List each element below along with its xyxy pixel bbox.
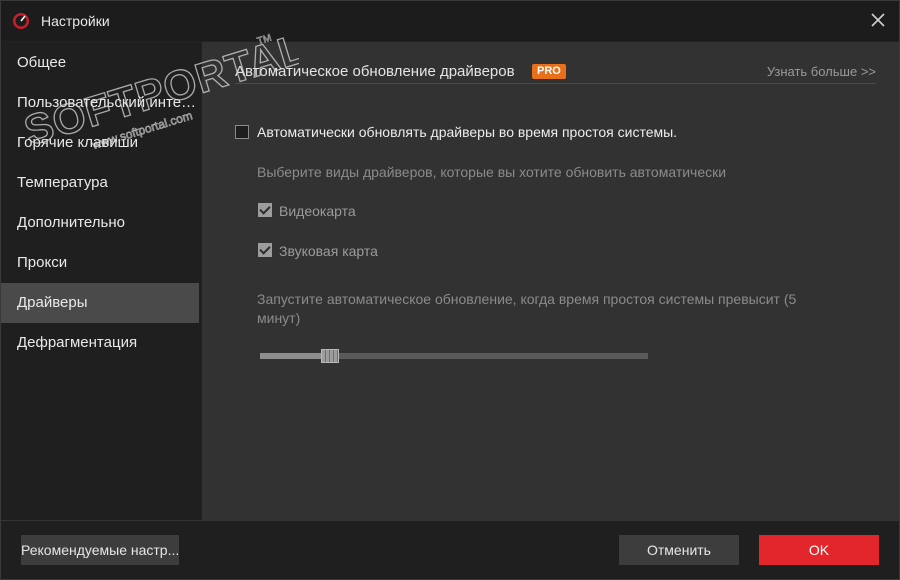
ok-button[interactable]: OK xyxy=(759,535,879,565)
close-button[interactable] xyxy=(865,9,891,35)
driver-types-hint: Выберите виды драйверов, которые вы хоти… xyxy=(257,164,727,180)
auto-update-label[interactable]: Автоматически обновлять драйверы во врем… xyxy=(257,124,677,140)
idle-time-slider[interactable] xyxy=(260,349,648,363)
section-header: Автоматическое обновление драйверов PRO … xyxy=(235,60,876,84)
app-speedometer-icon xyxy=(12,12,30,30)
slider-thumb[interactable] xyxy=(320,349,339,363)
sidebar-item-general[interactable]: Общее xyxy=(1,43,199,83)
sidebar-item-proxy[interactable]: Прокси xyxy=(1,243,199,283)
title-bar: Настройки xyxy=(1,1,899,41)
section-title: Автоматическое обновление драйверов xyxy=(235,63,515,80)
recommended-settings-button[interactable]: Рекомендуемые настр... xyxy=(21,535,179,565)
auto-update-checkbox[interactable] xyxy=(235,125,249,139)
sidebar-item-temperature[interactable]: Температура xyxy=(1,163,199,203)
pro-badge: PRO xyxy=(532,64,566,79)
sidebar-item-hotkeys[interactable]: Горячие клавиши xyxy=(1,123,199,163)
idle-threshold-text: Запустите автоматическое обновление, ког… xyxy=(257,291,797,326)
sidebar-item-advanced[interactable]: Дополнительно xyxy=(1,203,199,243)
sidebar-item-drivers[interactable]: Драйверы xyxy=(1,283,199,323)
video-card-label[interactable]: Видеокарта xyxy=(279,203,356,219)
learn-more-link[interactable]: Узнать больше >> xyxy=(767,64,876,79)
sidebar-item-user-interface[interactable]: Пользовательский интерфейс xyxy=(1,83,199,123)
close-icon xyxy=(871,12,885,32)
dialog-footer: Рекомендуемые настр... Отменить OK xyxy=(1,520,899,579)
cancel-button[interactable]: Отменить xyxy=(619,535,739,565)
sound-card-checkbox[interactable] xyxy=(258,243,272,257)
sidebar-item-defragmentation[interactable]: Дефрагментация xyxy=(1,323,199,363)
settings-window: Настройки Общее Пользовательский интерфе… xyxy=(0,0,900,580)
sound-card-label[interactable]: Звуковая карта xyxy=(279,243,378,259)
window-title: Настройки xyxy=(41,13,110,29)
settings-sidebar: Общее Пользовательский интерфейс Горячие… xyxy=(1,42,201,520)
video-card-checkbox[interactable] xyxy=(258,203,272,217)
slider-fill xyxy=(260,353,330,359)
drivers-settings-panel: Автоматическое обновление драйверов PRO … xyxy=(202,42,899,520)
